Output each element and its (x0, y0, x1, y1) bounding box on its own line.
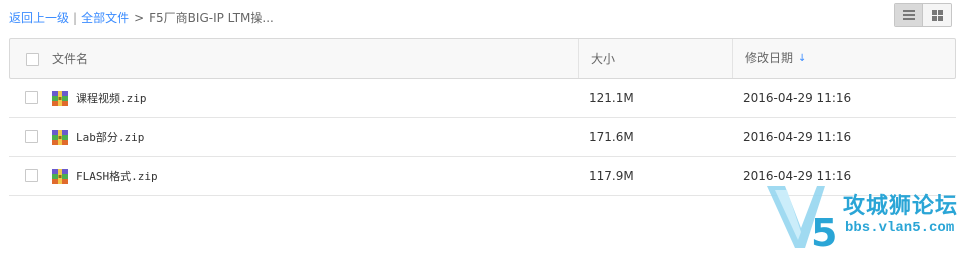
watermark-title: 攻城狮论坛 (843, 194, 959, 219)
file-name[interactable]: Lab部分.zip (76, 118, 144, 157)
breadcrumb-separator: | (73, 10, 78, 25)
column-header-date-label: 修改日期 (745, 51, 794, 65)
grid-view-icon (931, 9, 943, 21)
row-checkbox[interactable] (25, 169, 38, 182)
column-header-date[interactable]: 修改日期 ↓ (732, 39, 806, 78)
sort-down-icon: ↓ (798, 53, 807, 64)
row-checkbox[interactable] (25, 91, 38, 104)
zip-file-icon (52, 169, 68, 184)
grid-view-button[interactable] (923, 4, 951, 26)
list-view-icon (902, 10, 915, 20)
file-size: 121.1M (589, 91, 634, 105)
view-switch (894, 3, 952, 27)
table-row[interactable]: Lab部分.zip 171.6M 2016-04-29 11:16 (9, 118, 956, 157)
file-date: 2016-04-29 11:16 (743, 91, 852, 105)
file-size: 171.6M (589, 130, 634, 144)
table-row[interactable]: 课程视频.zip 121.1M 2016-04-29 11:16 (9, 79, 956, 118)
breadcrumb-current: F5厂商BIG-IP LTM操... (149, 11, 274, 25)
select-all-checkbox[interactable] (26, 53, 39, 66)
column-header-size[interactable]: 大小 (578, 39, 615, 78)
file-name[interactable]: FLASH格式.zip (76, 157, 158, 196)
watermark-url: bbs.vlan5.com (845, 220, 955, 236)
list-view-button[interactable] (895, 4, 923, 26)
row-checkbox[interactable] (25, 130, 38, 143)
watermark: 5 攻城狮论坛 bbs.vlan5.com (765, 182, 965, 252)
file-name[interactable]: 课程视频.zip (76, 79, 147, 118)
breadcrumb: 返回上一级 | 全部文件 > F5厂商BIG-IP LTM操... (9, 9, 274, 26)
file-date: 2016-04-29 11:16 (743, 130, 852, 144)
table-header: 文件名 大小 修改日期 ↓ (9, 38, 956, 79)
back-link[interactable]: 返回上一级 (9, 9, 69, 26)
zip-file-icon (52, 91, 68, 106)
file-table: 文件名 大小 修改日期 ↓ 课程视频.zip 121.1M 2016-04-29… (9, 38, 956, 196)
all-files-link[interactable]: 全部文件 (81, 9, 129, 26)
file-size: 117.9M (589, 169, 634, 183)
zip-file-icon (52, 130, 68, 145)
breadcrumb-arrow: > (134, 10, 145, 25)
column-header-name[interactable]: 文件名 (52, 39, 88, 78)
svg-text:5: 5 (811, 211, 837, 252)
